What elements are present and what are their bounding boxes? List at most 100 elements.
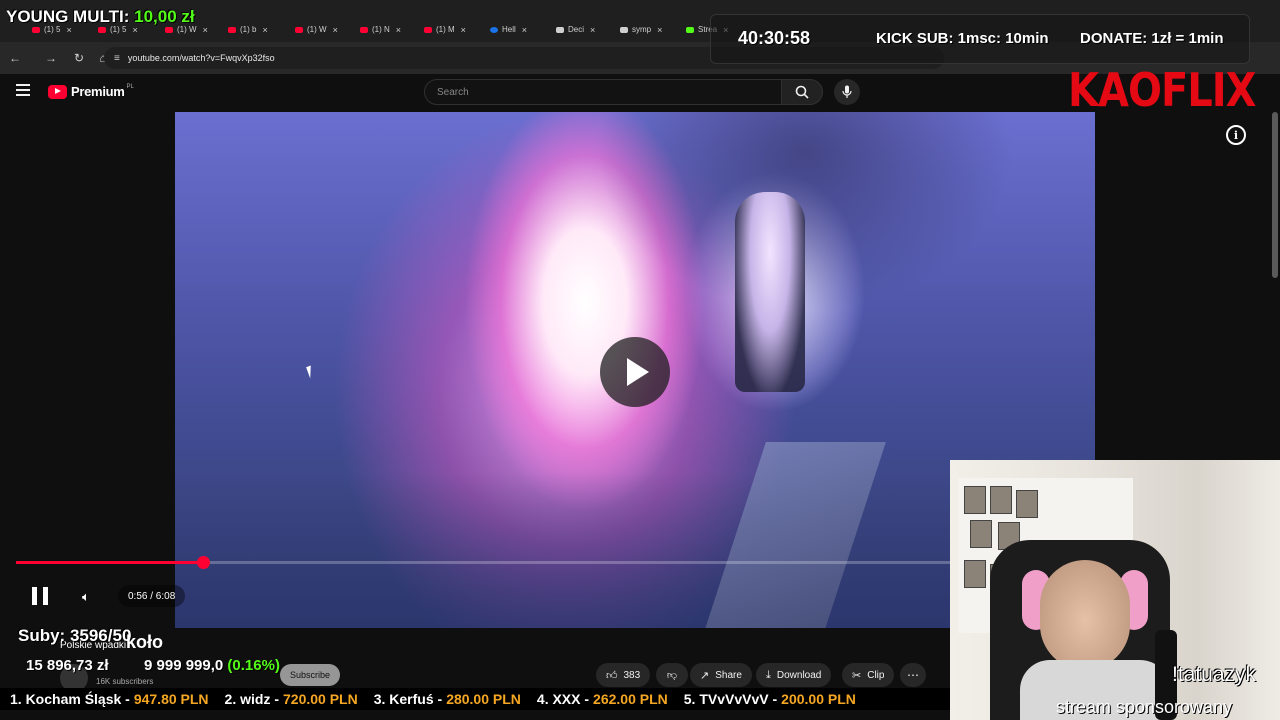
tab-favicon-icon — [295, 26, 303, 33]
clip-button[interactable]: ✂ Clip — [842, 663, 895, 687]
tab-label: (1) b — [240, 25, 257, 34]
tab-favicon-icon — [490, 26, 498, 33]
tab-favicon-icon — [556, 26, 564, 33]
browser-tab[interactable]: (1) M × — [424, 21, 466, 38]
subscriber-count: 16K subscribers — [96, 677, 154, 686]
back-icon[interactable]: ← — [4, 51, 26, 65]
dislike-button[interactable]: 👎︎ — [656, 663, 688, 687]
young-multi-overlay: YOUNG MULTI: 10,00 zł — [6, 7, 195, 27]
tab-close-icon[interactable]: × — [590, 25, 595, 35]
download-label: Download — [776, 669, 822, 681]
webcam-name-tag: !tatuazyk — [1172, 663, 1257, 686]
browser-tab[interactable]: symp × — [620, 21, 662, 38]
tab-close-icon[interactable]: × — [203, 25, 208, 35]
voice-search-button[interactable] — [834, 79, 860, 105]
top-donors-ticker: 1. Kocham Śląsk - 947.80 PLN 2. widz - 72… — [0, 688, 950, 710]
browser-tab[interactable]: Deci × — [556, 21, 595, 38]
info-icon[interactable]: i — [1226, 125, 1246, 145]
time-display: 0:56 / 6:08 — [118, 585, 186, 607]
pause-button[interactable] — [32, 587, 48, 605]
sponsored-label: stream sponsorowany — [1056, 697, 1233, 717]
video-scene-tree — [595, 112, 1015, 312]
tab-favicon-icon — [32, 26, 40, 33]
donate-info: DONATE: 1zł = 1min — [1080, 30, 1224, 47]
timecode-text: 0:56 / 6:08 — [128, 590, 176, 602]
like-count: 383 — [623, 669, 641, 681]
download-button[interactable]: ⤓ Download — [756, 663, 832, 687]
share-icon: ↗ — [700, 669, 710, 682]
tab-favicon-icon — [228, 26, 236, 33]
tab-close-icon[interactable]: × — [461, 25, 466, 35]
browser-tab[interactable]: Hell × — [490, 21, 527, 38]
subscribe-button[interactable]: Subscribe — [280, 664, 340, 686]
browser-tab[interactable]: (1) b × — [228, 21, 268, 38]
tab-close-icon[interactable]: × — [262, 25, 267, 35]
search-input[interactable]: Search — [424, 79, 782, 105]
search-button[interactable] — [781, 79, 823, 105]
tab-label: Deci — [568, 25, 585, 34]
browser-tab[interactable]: (1) N × — [360, 21, 401, 38]
reload-icon[interactable]: ↻ — [68, 51, 90, 65]
goal-amount: 9 999 999,0 — [144, 657, 224, 674]
tab-close-icon[interactable]: × — [657, 25, 662, 35]
donation-goal: 9 999 999,0 (0.16%) — [144, 657, 280, 674]
young-multi-amount: 10,00 zł — [134, 7, 195, 26]
big-play-button[interactable] — [600, 337, 670, 407]
more-actions-button[interactable]: ⋯ — [900, 663, 926, 687]
share-button[interactable]: ↗ Share — [690, 663, 752, 687]
progress-bar-fill — [16, 561, 203, 564]
site-info-icon[interactable]: ≡ — [114, 53, 120, 64]
pinned-photo — [964, 560, 986, 588]
donor-amount: 262.00 PLN — [593, 691, 668, 707]
tab-label: (1) M — [436, 25, 455, 34]
donor-name: 5. TVvVvVvV - — [683, 691, 778, 707]
donor-name: 2. widz - — [224, 691, 279, 707]
tab-favicon-icon — [360, 26, 368, 33]
donor-amount: 947.80 PLN — [133, 691, 209, 707]
hamburger-menu-icon[interactable] — [16, 84, 30, 98]
tab-favicon-icon — [686, 26, 694, 33]
donor-amount: 720.00 PLN — [283, 691, 358, 707]
pause-icon — [32, 587, 37, 605]
tab-favicon-icon — [165, 26, 173, 33]
pinned-photo — [970, 520, 992, 548]
tab-close-icon[interactable]: × — [333, 25, 338, 35]
tab-close-icon[interactable]: × — [522, 25, 527, 35]
goal-percent: (0.16%) — [227, 657, 280, 674]
donor-amount: 200.00 PLN — [781, 691, 856, 707]
share-label: Share — [715, 669, 742, 681]
thumbs-up-icon: 👍︎ — [606, 669, 618, 682]
donor-name: 1. Kocham Śląsk - — [10, 691, 130, 707]
youtube-logo[interactable]: Premium PL — [48, 84, 134, 99]
donor-name: 4. XXX - — [536, 691, 590, 707]
scissors-icon: ✂ — [852, 669, 862, 682]
kolo-label: koło — [126, 632, 164, 652]
subs-counter: Suby: 3596/50 — [18, 626, 132, 645]
kaoflix-logo: KAOFLIX — [1068, 64, 1256, 118]
tab-label: (1) N — [372, 25, 390, 34]
youtube-play-logo-icon — [48, 84, 67, 99]
url-text: youtube.com/watch?v=FwqvXp32fso — [127, 53, 275, 63]
video-scene-person — [735, 192, 805, 392]
donor-name: 3. Kerfuś - — [373, 691, 443, 707]
pinned-photo — [990, 486, 1012, 514]
tab-label: symp — [632, 25, 652, 34]
pinned-photo — [1016, 490, 1038, 518]
volume-icon[interactable]: 🔈︎ — [82, 589, 90, 605]
download-icon: ⤓ — [766, 668, 771, 681]
page-scrollbar[interactable] — [1272, 112, 1278, 278]
pinned-photo — [964, 486, 986, 514]
like-button[interactable]: 👍︎ 383 — [596, 663, 651, 687]
forward-icon[interactable]: → — [40, 51, 62, 65]
tab-label: (1) W — [307, 25, 327, 34]
subathon-timer: 40:30:58 — [738, 28, 811, 48]
browser-tab[interactable]: (1) W × — [295, 21, 338, 38]
tab-close-icon[interactable]: × — [396, 25, 401, 35]
logo-text: Premium — [71, 84, 125, 99]
tab-favicon-icon — [98, 26, 106, 33]
search-placeholder: Search — [437, 86, 469, 98]
progress-scrubber[interactable] — [197, 556, 210, 569]
young-multi-label: YOUNG MULTI: — [6, 7, 130, 26]
tab-label: Hell — [502, 25, 516, 34]
search-icon — [795, 85, 809, 99]
